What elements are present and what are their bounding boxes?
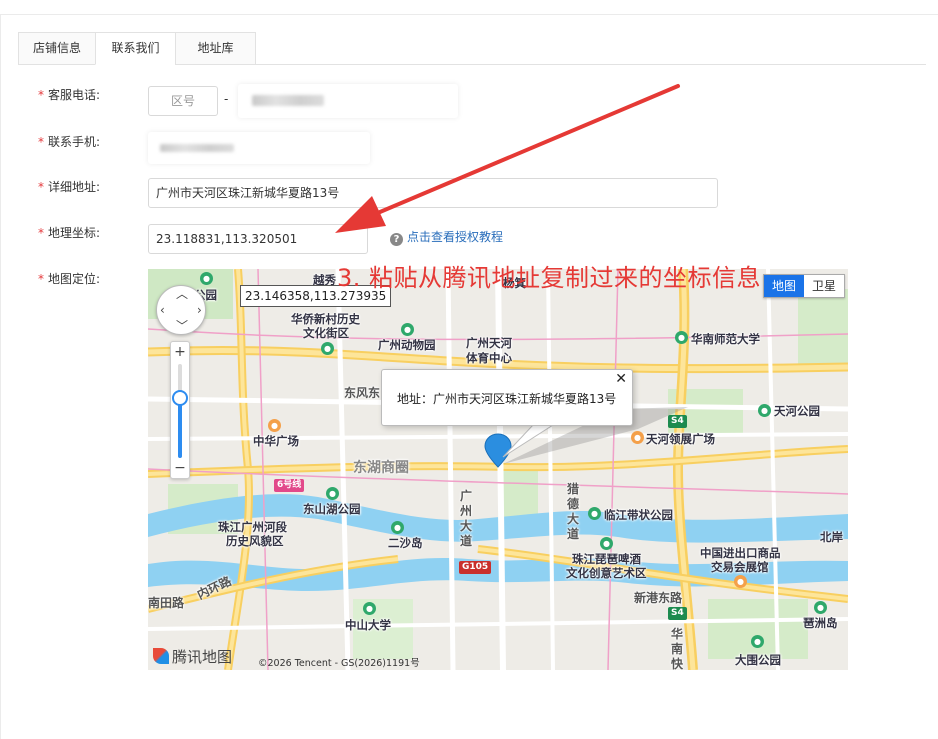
map-label: 体育中心 [466,351,512,365]
island-poi-icon: ● [814,601,827,614]
map-label: 新港东路 [634,591,683,605]
map-label: 华南师范大学 [691,332,760,346]
university-poi-icon: ● [675,331,688,344]
metro-line-badge: 6号线 [274,479,305,492]
map-label: 天河公园 [774,404,820,418]
zoom-in-button[interactable]: + [171,344,189,360]
park-poi-icon: ● [200,272,213,285]
park-poi-icon: ● [758,404,771,417]
map-base-layer [148,269,848,670]
map-label: 北岸 [820,530,843,544]
tencent-map-logo: 腾讯地图 [153,647,232,667]
map-label: 东风东 [344,386,381,400]
map-label: 文化创意艺术区 [566,566,647,580]
map-label: 二沙岛 [388,536,423,550]
park-poi-icon: ● [751,635,764,648]
zoom-level-fill [178,398,182,458]
zoo-poi-icon: ● [401,323,414,336]
tab-bar: 店铺信息 联系我们 地址库 [18,32,926,65]
auth-tutorial-link[interactable]: ? 点击查看授权教程 [390,229,503,246]
park-poi-icon: ● [326,487,339,500]
map-label: 中山大学 [345,618,391,632]
culture-poi-icon: ● [600,537,613,550]
tencent-map-logo-icon [153,648,169,664]
map-label: 猎德大道 [567,482,580,541]
coords-label: * 地理坐标: [38,226,101,240]
university-poi-icon: ● [363,602,376,615]
map-type-satellite-button[interactable]: 卫星 [804,275,844,297]
map-type-switch: 地图 卫星 [763,274,845,298]
park-poi-icon: ● [588,507,601,520]
coords-input[interactable]: 23.118831,113.320501 [148,224,368,254]
mobile-label: * 联系手机: [38,135,101,149]
map-label: 天河领展广场 [646,432,715,446]
phone-separator: - [224,92,229,106]
pan-up-icon[interactable]: ︿ [176,288,188,300]
map-label: 临江带状公园 [604,508,673,522]
phone-label: * 客服电话: [38,88,101,102]
zoom-slider-handle[interactable] [172,390,188,406]
map-label: 东湖商圈 [353,460,409,476]
question-circle-icon: ? [390,233,403,246]
map-label: 南田路 [148,596,185,610]
info-window-address: 地址：广州市天河区珠江新城华夏路13号 [397,392,617,406]
island-poi-icon: ● [391,521,404,534]
map-label: 华南快 [671,627,684,670]
instruction-annotation: 3. 粘贴从腾讯地址复制过来的坐标信息 [337,264,762,292]
highway-badge: S4 [668,415,687,428]
map-zoom-control: + − [170,341,190,479]
map-label: 文化街区 [303,326,349,340]
map-label: 历史风貌区 [226,534,284,548]
pan-down-icon[interactable]: ﹀ [176,320,188,332]
map-label: * 地图定位: [38,272,101,286]
marker-info-window: 地址：广州市天河区珠江新城华夏路13号 ✕ [381,369,633,426]
map-label: 中华广场 [253,434,299,448]
tab-address-library[interactable]: 地址库 [175,32,256,65]
map-label: 广州天河 [466,336,512,350]
pan-right-icon[interactable]: › [197,304,202,316]
park-poi-icon: ● [321,342,334,355]
redacted-phone [252,95,324,106]
expo-poi-icon: ● [734,575,747,588]
phone-number-input[interactable] [238,84,458,118]
tab-contact-us[interactable]: 联系我们 [95,32,176,65]
map-view[interactable]: ● ● ● ● ● ● ● ● ● ● ● ● ● ● ● 公园 越秀 杨箕 华… [148,269,848,670]
map-pan-control[interactable]: ︿ ﹀ ‹ › [156,285,206,335]
map-type-map-button[interactable]: 地图 [764,275,804,297]
redacted-mobile [160,144,234,152]
close-icon[interactable]: ✕ [615,371,627,387]
mall-poi-icon: ● [631,431,644,444]
highway-badge: S4 [668,607,687,620]
map-label: 交易会展馆 [711,560,769,574]
map-label: 琶洲岛 [803,616,838,630]
map-copyright: ©2026 Tencent - GS(2026)1191号 [258,658,420,669]
address-input[interactable]: 广州市天河区珠江新城华夏路13号 [148,178,718,208]
tab-store-info[interactable]: 店铺信息 [18,32,96,65]
map-label: 广州大道 [460,489,473,548]
map-label: 大围公园 [735,653,781,667]
address-label: * 详细地址: [38,180,101,194]
map-label: 东山湖公园 [303,502,361,516]
map-label: 广州动物园 [378,338,436,352]
mall-poi-icon: ● [268,419,281,432]
area-code-input[interactable]: 区号 [148,86,218,116]
pan-left-icon[interactable]: ‹ [160,304,165,316]
highway-badge: G105 [459,561,492,574]
zoom-out-button[interactable]: − [171,460,189,476]
mobile-input[interactable] [148,132,370,164]
